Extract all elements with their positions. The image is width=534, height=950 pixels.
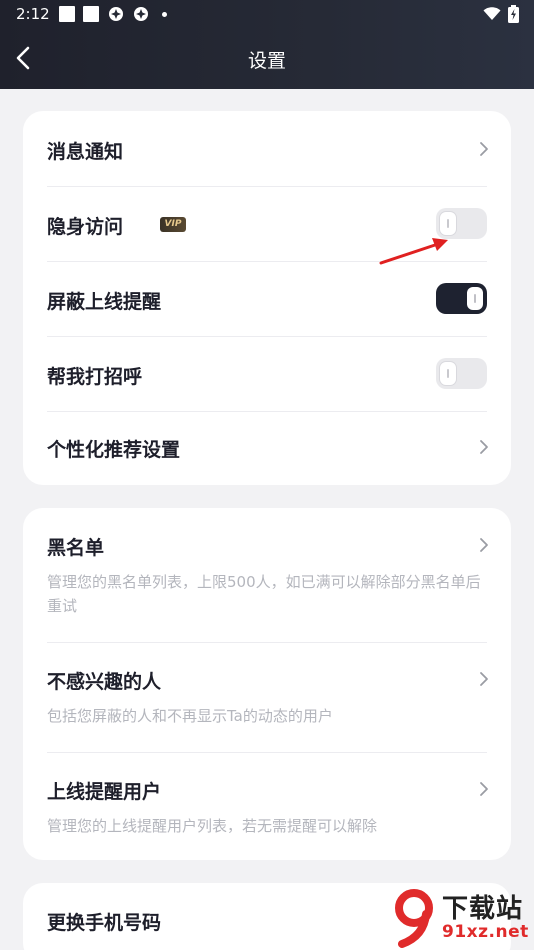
setting-row-not-interested[interactable]: 不感兴趣的人 包括您屏蔽的人和不再显示Ta的动态的用户 bbox=[23, 642, 511, 752]
vip-badge: VIP bbox=[160, 217, 186, 232]
nine-logo-icon bbox=[395, 889, 433, 948]
notification-square-icon bbox=[59, 6, 75, 22]
status-bar: 2:12 bbox=[0, 0, 534, 30]
block-online-reminder-toggle[interactable] bbox=[436, 283, 487, 314]
setting-label: 黑名单 bbox=[47, 537, 105, 559]
setting-description: 管理您的上线提醒用户列表，若无需提醒可以解除 bbox=[47, 817, 378, 835]
setting-row-message-notification[interactable]: 消息通知 bbox=[23, 111, 511, 186]
chevron-right-icon bbox=[480, 782, 488, 796]
setting-description: 包括您屏蔽的人和不再显示Ta的动态的用户 bbox=[47, 707, 333, 725]
greet-for-me-toggle[interactable] bbox=[436, 358, 487, 389]
red-arrow-icon bbox=[379, 238, 448, 265]
setting-label: 消息通知 bbox=[47, 141, 124, 163]
setting-description: 管理您的黑名单列表，上限500人，如已满可以解除部分黑名单后重试 bbox=[47, 573, 481, 615]
setting-label: 更换手机号码 bbox=[47, 912, 162, 934]
setting-row-greet-for-me: 帮我打招呼 bbox=[23, 336, 511, 411]
setting-row-block-online-reminder: 屏蔽上线提醒 bbox=[23, 261, 511, 336]
chevron-right-icon bbox=[480, 538, 488, 552]
page-title: 设置 bbox=[247, 50, 286, 72]
settings-card-users: 黑名单 管理您的黑名单列表，上限500人，如已满可以解除部分黑名单后重试 不感兴… bbox=[23, 508, 511, 860]
setting-label: 帮我打招呼 bbox=[47, 366, 143, 388]
watermark-url: 91xz.net bbox=[442, 922, 529, 942]
setting-label: 不感兴趣的人 bbox=[47, 671, 162, 693]
chevron-right-icon bbox=[480, 142, 488, 156]
watermark-title: 下载站 bbox=[442, 894, 524, 924]
toggle-knob bbox=[440, 362, 456, 385]
notification-square-icon bbox=[83, 6, 99, 22]
toggle-knob bbox=[467, 287, 483, 310]
chevron-right-icon bbox=[480, 440, 488, 454]
setting-label: 上线提醒用户 bbox=[47, 781, 162, 803]
wifi-icon bbox=[483, 7, 501, 20]
more-notifications-dot-icon bbox=[162, 12, 167, 17]
chevron-right-icon bbox=[480, 672, 488, 686]
battery-charging-icon bbox=[508, 5, 519, 23]
settings-card-general: 消息通知 隐身访问 VIP 屏蔽上线提醒 帮我打招呼 个性化推荐设置 bbox=[23, 111, 511, 485]
app-notification-icon bbox=[134, 7, 148, 21]
setting-row-personalized-recommendation[interactable]: 个性化推荐设置 bbox=[23, 411, 511, 485]
status-time: 2:12 bbox=[16, 5, 50, 23]
setting-row-online-reminder-users[interactable]: 上线提醒用户 管理您的上线提醒用户列表，若无需提醒可以解除 bbox=[23, 752, 511, 860]
setting-label: 隐身访问 bbox=[47, 216, 124, 238]
setting-label: 屏蔽上线提醒 bbox=[47, 291, 162, 313]
site-watermark: 下载站 91xz.net bbox=[388, 886, 534, 950]
setting-label: 个性化推荐设置 bbox=[47, 439, 181, 461]
app-notification-icon bbox=[109, 7, 123, 21]
setting-row-blacklist[interactable]: 黑名单 管理您的黑名单列表，上限500人，如已满可以解除部分黑名单后重试 bbox=[23, 508, 511, 642]
app-header: 2:12 设置 bbox=[0, 0, 534, 89]
